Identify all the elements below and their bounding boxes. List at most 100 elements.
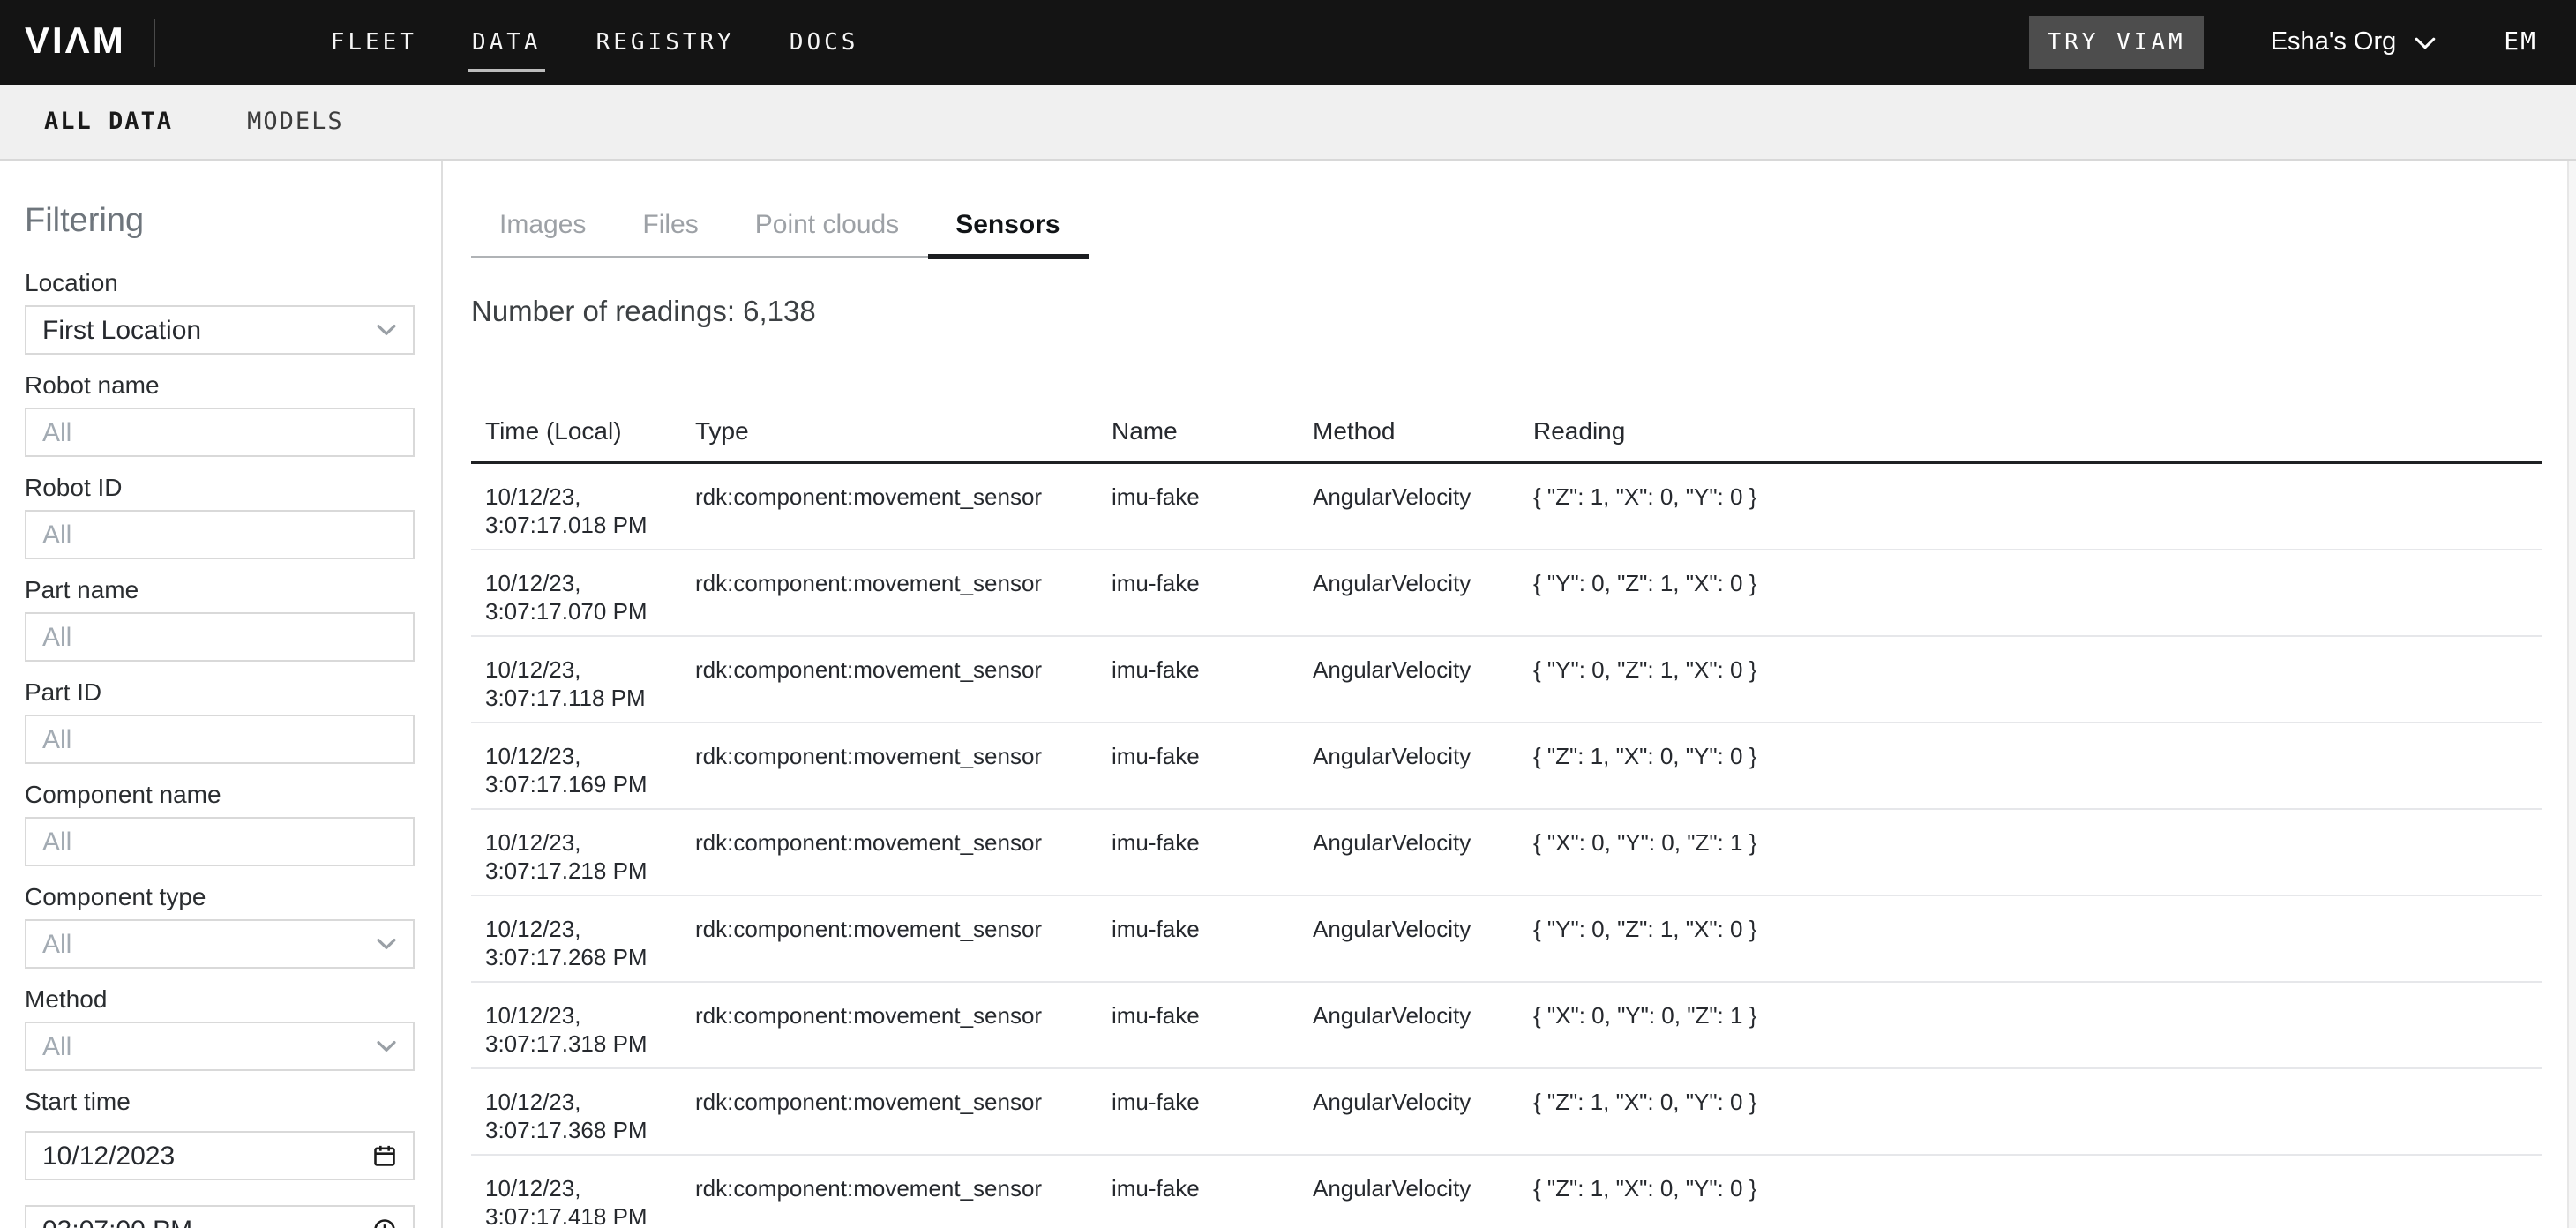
filter-sidebar: Filtering Location First Location Robot … [0, 161, 443, 1228]
cell-time-date: 10/12/23, [485, 656, 695, 685]
time-value: 03:07:00 PM [42, 1215, 192, 1228]
chevron-down-icon [376, 1039, 397, 1053]
cell-type: rdk:component:movement_sensor [695, 916, 1112, 944]
cell-type: rdk:component:movement_sensor [695, 1089, 1112, 1117]
nav-item-label: FLEET [331, 29, 417, 56]
data-type-tabs: Images Files Point clouds Sensors [471, 212, 1089, 258]
cell-name: imu-fake [1112, 829, 1313, 857]
filtering-title: Filtering [25, 201, 416, 242]
org-switcher[interactable]: Esha's Org [2271, 28, 2437, 56]
nav-item-label: REGISTRY [596, 29, 735, 56]
cell-time: 10/12/23, 3:07:17.218 PM [471, 829, 695, 886]
cell-name: imu-fake [1112, 483, 1313, 512]
location-select[interactable]: First Location [25, 305, 415, 355]
viam-logo[interactable]: VIΛM [25, 0, 126, 85]
cell-reading: { "X": 0, "Y": 0, "Z": 1 } [1533, 1002, 2542, 1030]
cell-time-date: 10/12/23, [485, 1002, 695, 1030]
topnav-right: TRY VIAM Esha's Org EM [2029, 16, 2576, 69]
nav-item-label: DATA [472, 29, 542, 56]
subnav-tab-models[interactable]: MODELS [247, 108, 344, 136]
start-time-input[interactable]: 03:07:00 PM [25, 1205, 415, 1228]
table-header: Time (Local)TypeNameMethodReading [471, 416, 2542, 464]
nav-item-fleet[interactable]: FLEET [331, 29, 417, 56]
user-avatar[interactable]: EM [2504, 28, 2537, 56]
cell-reading: { "Z": 1, "X": 0, "Y": 0 } [1533, 1089, 2542, 1117]
robot-id-input[interactable] [25, 510, 415, 559]
calendar-icon[interactable] [372, 1143, 397, 1168]
cell-time: 10/12/23, 3:07:17.018 PM [471, 483, 695, 540]
table-body: 10/12/23, 3:07:17.018 PM rdk:component:m… [471, 464, 2542, 1228]
cell-method: AngularVelocity [1313, 829, 1533, 857]
nav-item-docs[interactable]: DOCS [790, 29, 859, 56]
nav-item-label: DOCS [790, 29, 859, 56]
filter-field: Part ID [25, 679, 416, 764]
cell-reading: { "X": 0, "Y": 0, "Z": 1 } [1533, 829, 2542, 857]
cell-name: imu-fake [1112, 570, 1313, 598]
cell-name: imu-fake [1112, 1089, 1313, 1117]
cell-time: 10/12/23, 3:07:17.169 PM [471, 743, 695, 799]
cell-time-date: 10/12/23, [485, 483, 695, 512]
cell-reading: { "Y": 0, "Z": 1, "X": 0 } [1533, 916, 2542, 944]
cell-time: 10/12/23, 3:07:17.268 PM [471, 916, 695, 972]
clock-icon[interactable] [372, 1217, 397, 1228]
tab-sensors[interactable]: Sensors [927, 212, 1088, 259]
select-placeholder: All [42, 929, 71, 959]
cell-type: rdk:component:movement_sensor [695, 743, 1112, 771]
readings-count: Number of readings: 6,138 [471, 295, 2576, 330]
filter-field: Component type All [25, 884, 416, 969]
subnav-tab-label: MODELS [247, 108, 344, 136]
primary-nav: FLEET DATA REGISTRY DOCS [331, 29, 859, 56]
cell-type: rdk:component:movement_sensor [695, 570, 1112, 598]
nav-item-registry[interactable]: REGISTRY [596, 29, 735, 56]
try-viam-button[interactable]: TRY VIAM [2029, 16, 2203, 69]
tab-point-clouds[interactable]: Point clouds [727, 212, 927, 256]
table-row: 10/12/23, 3:07:17.368 PM rdk:component:m… [471, 1069, 2542, 1156]
filter-field-label: Location [25, 270, 416, 296]
tab-files[interactable]: Files [614, 212, 726, 256]
cell-time-clock: 3:07:17.118 PM [485, 685, 695, 713]
cell-time-date: 10/12/23, [485, 1089, 695, 1117]
cell-type: rdk:component:movement_sensor [695, 829, 1112, 857]
subnav-tab-all-data[interactable]: ALL DATA [44, 108, 173, 136]
cell-type: rdk:component:movement_sensor [695, 656, 1112, 685]
cell-time-date: 10/12/23, [485, 570, 695, 598]
cell-time: 10/12/23, 3:07:17.070 PM [471, 570, 695, 626]
column-header: Reading [1533, 416, 2542, 445]
part-name-input[interactable] [25, 612, 415, 662]
nav-divider [154, 19, 156, 66]
top-navigation-bar: VIΛM FLEET DATA REGISTRY DOCS TRY VIAM E… [0, 0, 2576, 85]
table-row: 10/12/23, 3:07:17.218 PM rdk:component:m… [471, 810, 2542, 896]
chevron-down-icon [376, 937, 397, 951]
cell-time-clock: 3:07:17.418 PM [485, 1203, 695, 1228]
filter-field: Component name [25, 782, 416, 866]
cell-type: rdk:component:movement_sensor [695, 483, 1112, 512]
component-name-input[interactable] [25, 817, 415, 866]
viam-data-app: VIΛM FLEET DATA REGISTRY DOCS TRY VIAM E… [0, 0, 2576, 1228]
cell-method: AngularVelocity [1313, 743, 1533, 771]
select-value: First Location [42, 315, 201, 345]
cell-method: AngularVelocity [1313, 656, 1533, 685]
method-select[interactable]: All [25, 1022, 415, 1071]
cell-method: AngularVelocity [1313, 916, 1533, 944]
nav-item-data[interactable]: DATA [472, 29, 542, 56]
filter-field-label: Robot name [25, 372, 416, 399]
filter-field: Robot ID [25, 475, 416, 559]
cell-method: AngularVelocity [1313, 1175, 1533, 1203]
filter-field-label: Component name [25, 782, 416, 808]
page-scrollbar[interactable] [2567, 161, 2576, 1228]
table-row: 10/12/23, 3:07:17.169 PM rdk:component:m… [471, 723, 2542, 810]
main-panel: Images Files Point clouds Sensors Number… [443, 161, 2576, 1228]
tab-images[interactable]: Images [471, 212, 614, 256]
filter-field: Location First Location [25, 270, 416, 355]
filter-field: Robot name [25, 372, 416, 457]
part-id-input[interactable] [25, 715, 415, 764]
filter-field-label: Part name [25, 577, 416, 603]
component-type-select[interactable]: All [25, 919, 415, 969]
start-date-input[interactable]: 10/12/2023 [25, 1131, 415, 1180]
table-row: 10/12/23, 3:07:17.418 PM rdk:component:m… [471, 1156, 2542, 1228]
subnav-tab-label: ALL DATA [44, 108, 173, 136]
cell-method: AngularVelocity [1313, 1002, 1533, 1030]
cell-name: imu-fake [1112, 1002, 1313, 1030]
cell-time-date: 10/12/23, [485, 829, 695, 857]
robot-name-input[interactable] [25, 408, 415, 457]
